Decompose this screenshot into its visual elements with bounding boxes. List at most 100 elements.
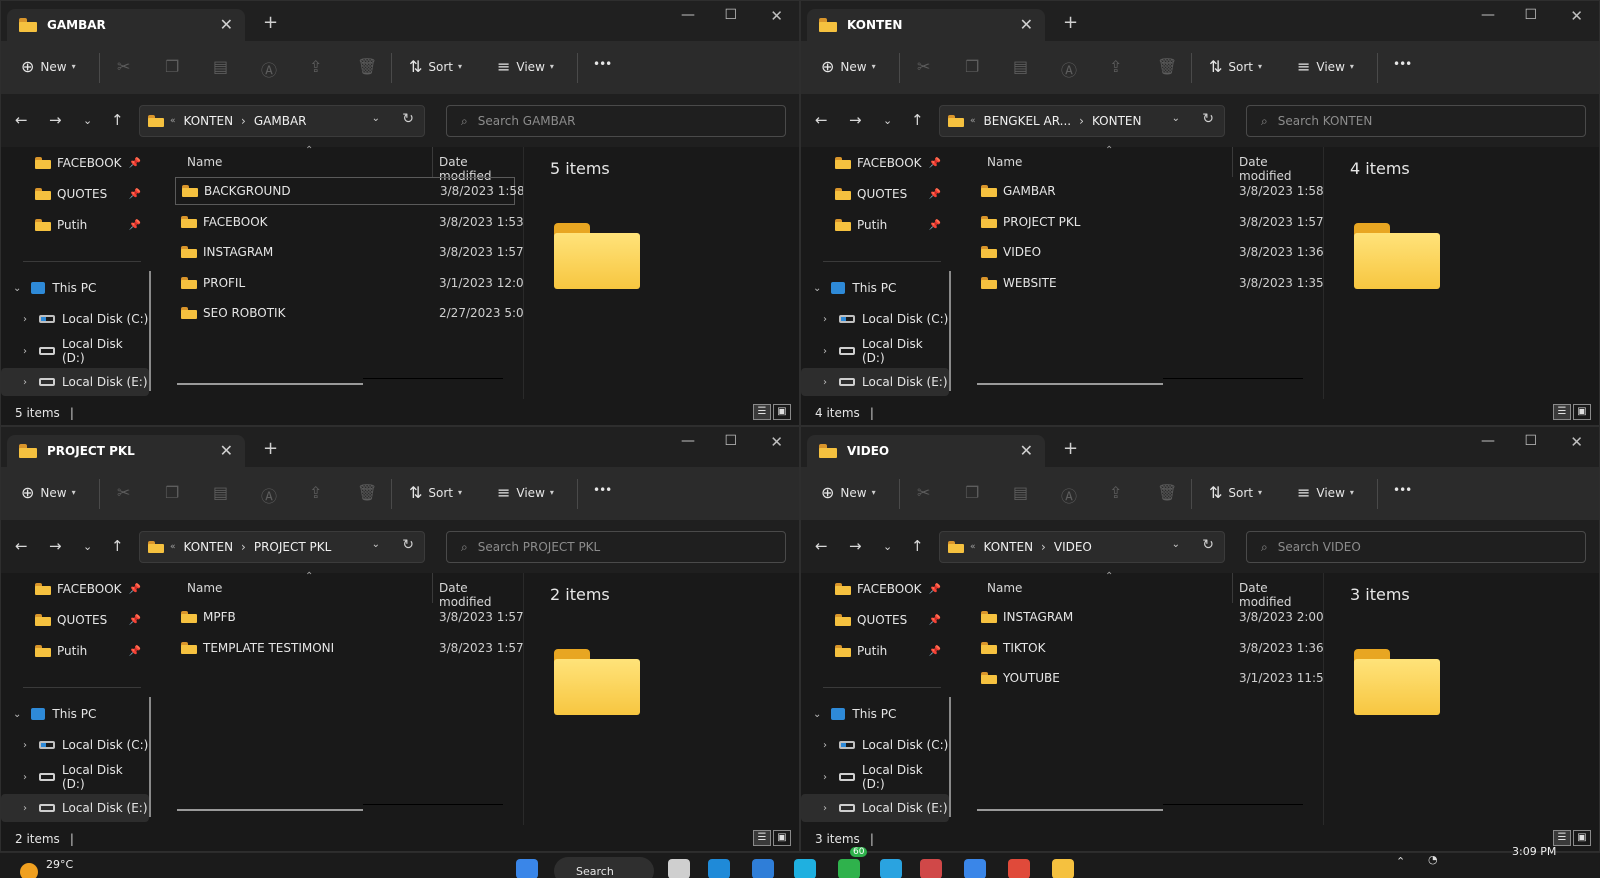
tab[interactable]: KONTEN ✕ — [807, 9, 1045, 41]
sidebar-item-disk[interactable]: › Local Disk (D:) — [801, 763, 949, 791]
sidebar-item-disk[interactable]: › Local Disk (E:) — [1, 368, 149, 396]
chevron-down-icon[interactable]: ⌄ — [1172, 539, 1180, 550]
back-icon[interactable]: ← — [815, 111, 828, 129]
up-icon[interactable]: ↑ — [111, 111, 124, 129]
sort-button[interactable]: ⇅ Sort ▾ — [1209, 483, 1262, 502]
pin-icon[interactable]: 📌 — [929, 615, 941, 626]
close-button[interactable]: ✕ — [1570, 7, 1583, 25]
network-icon[interactable]: ◔ — [1428, 853, 1438, 866]
tiles-view-icon[interactable]: ▣ — [1573, 404, 1591, 420]
sidebar-scrollbar[interactable] — [949, 271, 951, 391]
file-row[interactable]: FACEBOOK 3/8/2023 1:53 PM — [175, 208, 523, 236]
edge-icon[interactable] — [708, 859, 730, 878]
clock[interactable]: 3:09 PM — [1512, 845, 1556, 858]
view-button[interactable]: ≡ View ▾ — [1297, 57, 1354, 76]
chevron-down-icon[interactable]: ⌄ — [13, 283, 21, 294]
chevron-right-icon[interactable]: › — [23, 803, 27, 814]
up-icon[interactable]: ↑ — [911, 111, 924, 129]
new-button[interactable]: ⊕ New ▾ — [21, 483, 76, 502]
pin-icon[interactable]: 📌 — [929, 584, 941, 595]
quick-access-item[interactable]: FACEBOOK 📌 — [801, 575, 949, 603]
windows-start-icon[interactable] — [516, 859, 538, 878]
quick-access-item[interactable]: Putih 📌 — [801, 211, 949, 239]
file-row[interactable]: INSTAGRAM 3/8/2023 1:57 PM — [175, 238, 523, 266]
maximize-button[interactable]: ☐ — [1524, 433, 1537, 449]
rename-icon[interactable]: Ⓐ — [1061, 57, 1077, 81]
pin-icon[interactable]: 📌 — [129, 220, 141, 231]
breadcrumb[interactable]: BENGKEL AR... — [984, 114, 1072, 128]
minimize-button[interactable]: — — [681, 433, 695, 449]
pin-icon[interactable]: 📌 — [929, 220, 941, 231]
details-view-icon[interactable]: ☰ — [1553, 404, 1571, 420]
column-header-name[interactable]: Name — [987, 155, 1022, 169]
chevron-down-icon[interactable]: ⌄ — [372, 113, 380, 124]
details-view-icon[interactable]: ☰ — [753, 830, 771, 846]
chevron-right-icon[interactable]: › — [823, 346, 827, 357]
column-header-name[interactable]: Name — [187, 155, 222, 169]
file-row[interactable]: PROJECT PKL 3/8/2023 1:57 PM — [975, 208, 1323, 236]
maximize-button[interactable]: ☐ — [724, 7, 737, 23]
breadcrumb[interactable]: PROJECT PKL — [254, 540, 331, 554]
up-icon[interactable]: ↑ — [111, 537, 124, 555]
tiles-view-icon[interactable]: ▣ — [1573, 830, 1591, 846]
sort-button[interactable]: ⇅ Sort ▾ — [409, 57, 462, 76]
chevron-down-icon[interactable]: ⌄ — [1172, 113, 1180, 124]
file-explorer-icon[interactable] — [1052, 859, 1074, 878]
horizontal-scrollbar[interactable] — [977, 809, 1163, 811]
quick-access-item[interactable]: QUOTES 📌 — [801, 180, 949, 208]
search-input[interactable]: ⌕ Search KONTEN — [1246, 105, 1586, 137]
more-options-button[interactable]: ••• — [593, 483, 612, 497]
file-row[interactable]: YOUTUBE 3/1/2023 11:52 AM — [975, 664, 1323, 692]
close-button[interactable]: ✕ — [770, 433, 783, 451]
sidebar-item-this-pc[interactable]: ⌄ This PC — [801, 274, 949, 302]
minimize-button[interactable]: — — [681, 7, 695, 23]
paste-icon[interactable]: ▤ — [213, 483, 228, 502]
pin-icon[interactable]: 📌 — [129, 158, 141, 169]
new-tab-icon[interactable]: + — [263, 438, 278, 459]
chevron-up-icon[interactable]: ⌃ — [1396, 855, 1405, 868]
column-header-name[interactable]: Name — [187, 581, 222, 595]
sidebar-item-disk[interactable]: › Local Disk (C:) — [1, 305, 149, 333]
task-view-icon[interactable] — [668, 859, 690, 878]
close-tab-icon[interactable]: ✕ — [220, 441, 233, 460]
quick-access-item[interactable]: FACEBOOK 📌 — [1, 149, 149, 177]
weather-widget[interactable]: 29°C — [20, 855, 73, 878]
search-input[interactable]: ⌕ Search GAMBAR — [446, 105, 786, 137]
sidebar-item-this-pc[interactable]: ⌄ This PC — [1, 274, 149, 302]
more-options-button[interactable]: ••• — [1393, 57, 1412, 71]
quick-access-item[interactable]: Putih 📌 — [1, 211, 149, 239]
quick-access-item[interactable]: Putih 📌 — [1, 637, 149, 665]
chevron-right-icon[interactable]: › — [823, 314, 827, 325]
forward-icon[interactable]: → — [849, 537, 862, 555]
chevron-right-icon[interactable]: › — [23, 772, 27, 783]
back-icon[interactable]: ← — [15, 537, 28, 555]
copilot-icon[interactable] — [794, 859, 816, 878]
file-row[interactable]: VIDEO 3/8/2023 1:36 PM — [975, 238, 1323, 266]
pin-icon[interactable]: 📌 — [129, 189, 141, 200]
recent-locations-icon[interactable]: ⌄ — [83, 114, 92, 127]
forward-icon[interactable]: → — [849, 111, 862, 129]
minimize-button[interactable]: — — [1481, 433, 1495, 449]
new-tab-icon[interactable]: + — [1063, 438, 1078, 459]
paste-icon[interactable]: ▤ — [1013, 57, 1028, 76]
taskbar-search[interactable]: Search — [554, 857, 654, 878]
more-options-button[interactable]: ••• — [1393, 483, 1412, 497]
forward-icon[interactable]: → — [49, 537, 62, 555]
sidebar-item-disk[interactable]: › Local Disk (E:) — [1, 794, 149, 822]
chrome-icon[interactable] — [1008, 859, 1030, 878]
sidebar-item-disk[interactable]: › Local Disk (C:) — [801, 731, 949, 759]
refresh-icon[interactable]: ↻ — [402, 537, 414, 553]
tiles-view-icon[interactable]: ▣ — [773, 830, 791, 846]
pin-icon[interactable]: 📌 — [129, 584, 141, 595]
chevron-right-icon[interactable]: › — [823, 772, 827, 783]
chevron-right-icon[interactable]: › — [823, 740, 827, 751]
breadcrumb[interactable]: KONTEN — [1092, 114, 1142, 128]
refresh-icon[interactable]: ↻ — [1202, 111, 1214, 127]
close-tab-icon[interactable]: ✕ — [1020, 15, 1033, 34]
close-tab-icon[interactable]: ✕ — [220, 15, 233, 34]
details-view-icon[interactable]: ☰ — [1553, 830, 1571, 846]
recent-locations-icon[interactable]: ⌄ — [883, 114, 892, 127]
share-icon[interactable]: ⇪ — [1109, 483, 1122, 502]
more-options-button[interactable]: ••• — [593, 57, 612, 71]
file-row[interactable]: TEMPLATE TESTIMONI 3/8/2023 1:57 PM — [175, 634, 523, 662]
